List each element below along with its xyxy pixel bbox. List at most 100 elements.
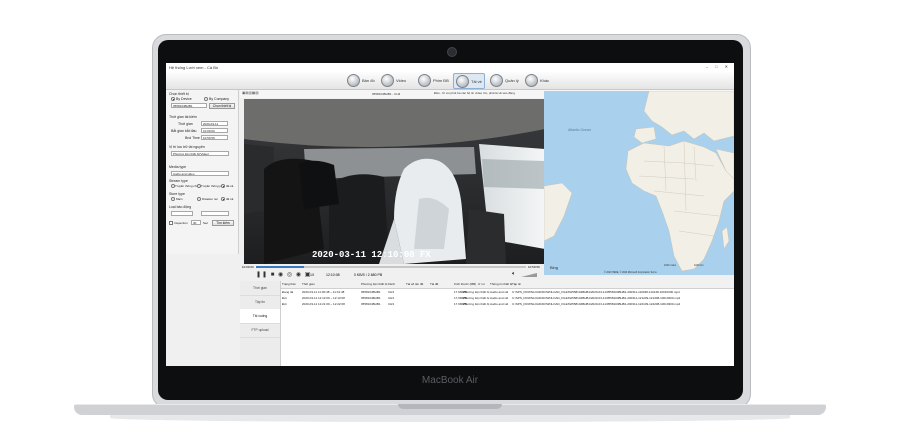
timeline-end: 10:59:59 [528,265,540,269]
laptop-notch [398,404,502,409]
column-header[interactable]: Kênh [388,281,406,289]
app-window: Hệ thống Lưới xem - Cá Bồ – □ ✕ Bản đồ V… [166,63,734,366]
timeline-start: 10:00:00 [242,265,254,269]
column-header[interactable]: Tài số tên đề [406,281,430,289]
inspection-label: Inspection [174,221,188,225]
by-company-radio[interactable] [204,97,208,101]
map-icon [347,73,360,87]
column-header[interactable]: Thời gian [302,281,361,289]
video-tool-icons[interactable]: ▣▤▥▦▧ [242,91,259,95]
video-osd-timestamp: 2020-03-11 12:10:08 FX [312,250,431,260]
laptop-shadow [110,414,790,422]
column-header[interactable]: Trạng thái [281,281,302,289]
store-main-radio[interactable] [171,197,175,201]
webcam [447,47,457,57]
map-scale-miles: 1000 miles [664,264,677,267]
toolbar-label: Tải về [471,78,482,84]
column-header[interactable]: Ư mi [478,281,490,289]
store-disaster-radio[interactable] [197,197,201,201]
inspection-checkbox[interactable] [169,221,173,225]
date-label: Thời gian [178,122,193,126]
timeline-track[interactable] [256,266,526,268]
media-type-label: Media type [169,165,187,169]
alarm-type-field-2[interactable] [201,211,229,216]
nav-time[interactable]: Thời gian [240,281,280,296]
column-header[interactable]: Thông tin thiết bị [490,281,512,289]
store-type-label: Store type [169,192,185,196]
map-canvas: Atlantic Ocean Bing 1000 miles 1000 km ©… [544,91,734,275]
map-ocean-label: Atlantic Ocean [568,128,591,132]
video-player[interactable]: 2020-03-11 12:10:08 FX [244,99,545,264]
window-title: Hệ thống Lưới xem - Cá Bồ [169,65,219,70]
table-cell: Audio and vid [490,302,509,306]
time-section-title: Thời gian tài kiếm [169,115,197,119]
by-device-radio[interactable] [171,97,175,101]
manage-icon [490,73,503,87]
toolbar-label: Phim ĐB [433,77,449,83]
table-cell: Đợi [282,302,287,306]
column-header[interactable]: Tài đề [430,281,454,289]
column-header[interactable]: Tập tin [512,281,734,289]
table-cell: 2020-03-11 12:21:09 ~ 12:22:08 [302,302,345,306]
date-field[interactable]: 2020-03-11 [201,121,228,126]
select-device-button[interactable]: Chọn thiết bị [209,102,235,109]
by-company-label: By Company [209,97,230,101]
video-icon [381,73,394,87]
map-header-text: Đầu - Ủi vui phút ba các bộ tin video tì… [434,91,515,95]
stream-all-radio[interactable] [221,184,225,188]
window-controls[interactable]: – □ ✕ [706,64,731,69]
alarm-type-field-1[interactable] [171,211,193,216]
toolbar-map-button[interactable]: Bản đồ [347,73,375,87]
laptop-brand-label: MacBook Air [421,375,479,386]
toolbar-label: Khác [540,77,550,83]
inspection-interval-field[interactable]: 30 [191,220,201,225]
map-header [544,90,734,91]
map-bing-logo: Bing [550,265,558,270]
playback-controls: 10:00:00 10:59:59 ❚❚ ■ ◉ ◎ ◉ ▣ 1X 12:10:… [240,264,544,280]
storage-location-label: Vị trí lưu trữ tài nguyên [169,145,205,149]
column-header[interactable]: Phương tiện thiết bị [361,281,388,289]
playback-bitrate: 0 KB/S / 2.680 PB [354,273,383,277]
map-copyright: © 2020 HERE, © 2020 Microsoft Corporatio… [604,271,657,274]
store-main-label: Main [176,197,183,201]
column-header[interactable]: Kích thước (MB) [454,281,478,289]
toolbar-more-button[interactable]: Khác [525,73,549,87]
toolbar-label: Video [396,77,407,83]
store-all-radio[interactable] [221,197,225,201]
toolbar-label: Bản đồ [362,77,375,83]
end-time-field[interactable]: 10:59:59 [201,135,228,140]
volume-icon[interactable]: 🔈︎ [512,271,516,278]
toolbar-download-button[interactable]: Tải về [453,73,485,89]
table-cell: 0558104BHB1 [361,302,381,306]
store-all-label: tất cả [226,197,234,201]
nav-files[interactable]: Tập tin [240,295,280,310]
search-button[interactable]: Tìm kiếm [212,219,234,226]
store-disaster-label: Disaster rec [202,197,219,201]
table-cell: C:\SPS_DOWNLOAD\DOWNLOAD_FILES\0558104BH… [512,302,681,306]
start-time-field[interactable]: 10:00:00 [201,128,228,133]
timeline-progress [256,266,304,268]
toolbar-video-button[interactable]: Video [381,73,406,87]
more-icon [525,73,538,87]
map-view[interactable]: Atlantic Ocean Bing 1000 miles 1000 km ©… [544,91,734,275]
search-panel: Chọn thiết bị By Device By Company 05581… [166,90,239,254]
inspection-unit: Sec [203,221,209,225]
download-icon [456,74,469,88]
stream-type-label: Stream type [169,179,188,183]
volume-slider[interactable] [521,273,537,277]
nav-downloads[interactable]: Tải xuống [240,309,280,324]
playback-speed: 1X [310,273,315,277]
stream-all-label: tất cả [226,184,234,188]
download-table: Trạng thái Thời gian Phương tiện thiết b… [281,281,734,366]
video-channel-title: 0558104BHB1 - CH3 [372,92,401,96]
toolbar-manage-button[interactable]: Quản lý [490,73,519,87]
play-pause-controls[interactable]: ❚❚ ■ ◉ ◎ ◉ ▣ [256,271,311,278]
media-type-select[interactable]: Audio and video [171,171,229,176]
end-time-label: Bnd Time [185,136,200,140]
toolbar-film-button[interactable]: Phim ĐB [418,73,449,87]
nav-ftp-upload[interactable]: FTP upload [240,323,280,338]
storage-location-select[interactable]: Phương tiện thiết bị(Video) [171,151,229,156]
device-field[interactable]: 0558104BHB1 [171,103,207,108]
by-device-label: By Device [176,97,192,101]
playback-elapsed: 12:10:08 [326,273,340,277]
